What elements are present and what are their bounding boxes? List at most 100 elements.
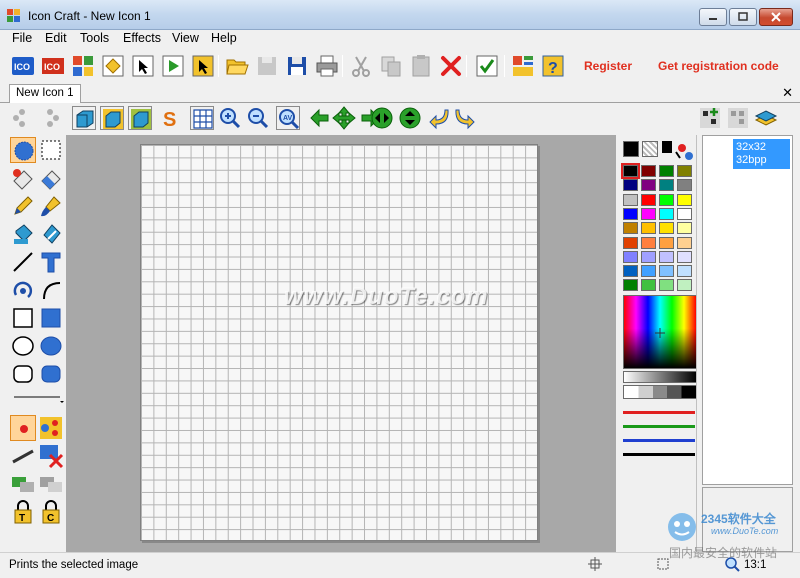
menu-tools[interactable]: Tools <box>80 31 109 45</box>
grid-toggle-button[interactable] <box>190 106 214 130</box>
tool-transparency[interactable] <box>38 443 64 469</box>
ico-format-button[interactable]: ICO <box>10 53 36 79</box>
menu-help[interactable]: Help <box>211 31 237 45</box>
tool-rectangle[interactable] <box>10 305 36 331</box>
tool-brush[interactable] <box>38 193 64 219</box>
color-swatch[interactable] <box>641 265 656 278</box>
color-swatch[interactable] <box>677 193 692 206</box>
tool-text[interactable] <box>38 249 64 275</box>
delete-button[interactable] <box>438 53 464 79</box>
color-swatch[interactable] <box>623 179 638 192</box>
move-button[interactable] <box>332 106 356 130</box>
3d-cube-shadow-button[interactable] <box>128 106 152 130</box>
3d-cube-frame-button[interactable] <box>100 106 124 130</box>
color-swatch[interactable] <box>623 207 638 220</box>
help-button[interactable]: ? <box>540 53 566 79</box>
resources-button[interactable] <box>510 53 536 79</box>
color-swatch[interactable] <box>641 236 656 249</box>
tool-filled-rectangle[interactable] <box>38 305 64 331</box>
tool-fill[interactable] <box>10 221 36 247</box>
paste-button[interactable] <box>408 53 434 79</box>
color-swatch[interactable] <box>623 265 638 278</box>
tool-ellipse[interactable] <box>10 333 36 359</box>
color-swatch[interactable] <box>659 193 674 206</box>
cursor-hotspot-button[interactable] <box>190 53 216 79</box>
cut-button[interactable] <box>348 53 374 79</box>
tool-dot-multi[interactable] <box>38 415 64 441</box>
color-swatch[interactable] <box>641 165 656 177</box>
save-disabled-button[interactable] <box>254 53 280 79</box>
tool-antialias[interactable] <box>10 443 36 469</box>
color-swatch[interactable] <box>659 165 674 177</box>
tool-rounded-rect[interactable] <box>10 361 36 387</box>
menu-edit[interactable]: Edit <box>45 31 67 45</box>
shift-left-button[interactable] <box>308 106 332 130</box>
color-swatch[interactable] <box>677 222 692 235</box>
color-swatch[interactable] <box>677 265 692 278</box>
tool-filled-ellipse[interactable] <box>38 333 64 359</box>
get-registration-code-link[interactable]: Get registration code <box>658 59 779 73</box>
tool-select-rect[interactable] <box>38 137 64 163</box>
color-swatch[interactable] <box>641 179 656 192</box>
tool-arc[interactable] <box>38 277 64 303</box>
zoom-in-button[interactable] <box>218 106 242 130</box>
color-swatch[interactable] <box>677 165 692 177</box>
color-picker-icons[interactable] <box>662 140 694 162</box>
open-button[interactable] <box>224 53 250 79</box>
alpha-slider[interactable] <box>623 453 695 456</box>
ico-red-button[interactable]: ICO <box>40 53 66 79</box>
add-format-button[interactable] <box>698 106 722 130</box>
color-swatch[interactable] <box>677 207 692 220</box>
flip-vertical-button[interactable] <box>398 106 422 130</box>
color-swatch[interactable] <box>623 222 638 235</box>
rotate-ccw-button[interactable] <box>426 106 450 130</box>
color-swatch[interactable] <box>659 207 674 220</box>
3d-cube-button[interactable] <box>72 106 96 130</box>
grayscale-bar[interactable] <box>623 371 697 383</box>
icon-edit-grid[interactable] <box>140 144 538 541</box>
tool-arc-filled[interactable] <box>10 277 36 303</box>
rotate-left-button[interactable] <box>10 106 34 130</box>
green-slider[interactable] <box>623 425 695 428</box>
cursor-button[interactable] <box>130 53 156 79</box>
fill-diamond-button[interactable] <box>100 53 126 79</box>
color-swatch[interactable] <box>659 265 674 278</box>
tool-eraser[interactable] <box>10 165 36 191</box>
color-swatch[interactable] <box>641 207 656 220</box>
minimize-button[interactable] <box>699 8 727 26</box>
tool-filled-rounded-rect[interactable] <box>38 361 64 387</box>
color-swatch[interactable] <box>659 179 674 192</box>
color-swatch[interactable] <box>659 236 674 249</box>
color-swatch[interactable] <box>659 222 674 235</box>
rotate-cw-button[interactable] <box>454 106 478 130</box>
apply-button[interactable] <box>474 53 500 79</box>
color-swatch[interactable] <box>659 279 674 292</box>
menu-view[interactable]: View <box>172 31 199 45</box>
copy-button[interactable] <box>378 53 404 79</box>
primary-color-swatch[interactable] <box>623 141 639 157</box>
tool-color-replace[interactable] <box>38 221 64 247</box>
color-swatch[interactable] <box>641 279 656 292</box>
tool-layer-green[interactable] <box>10 471 36 497</box>
color-swatch[interactable] <box>641 222 656 235</box>
windows-flag-button[interactable] <box>70 53 96 79</box>
remove-format-button[interactable] <box>726 106 750 130</box>
color-swatch[interactable] <box>623 193 638 206</box>
tool-line[interactable] <box>10 249 36 275</box>
rotate-right-button[interactable] <box>38 106 62 130</box>
line-width-selector[interactable] <box>10 389 66 405</box>
gray-levels-bar[interactable] <box>623 385 697 399</box>
tool-layer-gray[interactable] <box>38 471 64 497</box>
lock-t-button[interactable]: T <box>10 499 36 525</box>
format-item-32x32[interactable]: 32x32 32bpp <box>733 139 790 169</box>
smooth-button[interactable]: S <box>158 106 182 130</box>
maximize-button[interactable] <box>729 8 757 26</box>
tool-color-eraser[interactable] <box>38 165 64 191</box>
register-link[interactable]: Register <box>584 59 632 73</box>
save-as-button[interactable] <box>284 53 310 79</box>
color-spectrum-picker[interactable] <box>623 295 697 369</box>
color-swatch[interactable] <box>677 250 692 263</box>
color-swatch[interactable] <box>677 236 692 249</box>
close-tab-icon[interactable]: ✕ <box>782 85 793 101</box>
menu-effects[interactable]: Effects <box>123 31 161 45</box>
